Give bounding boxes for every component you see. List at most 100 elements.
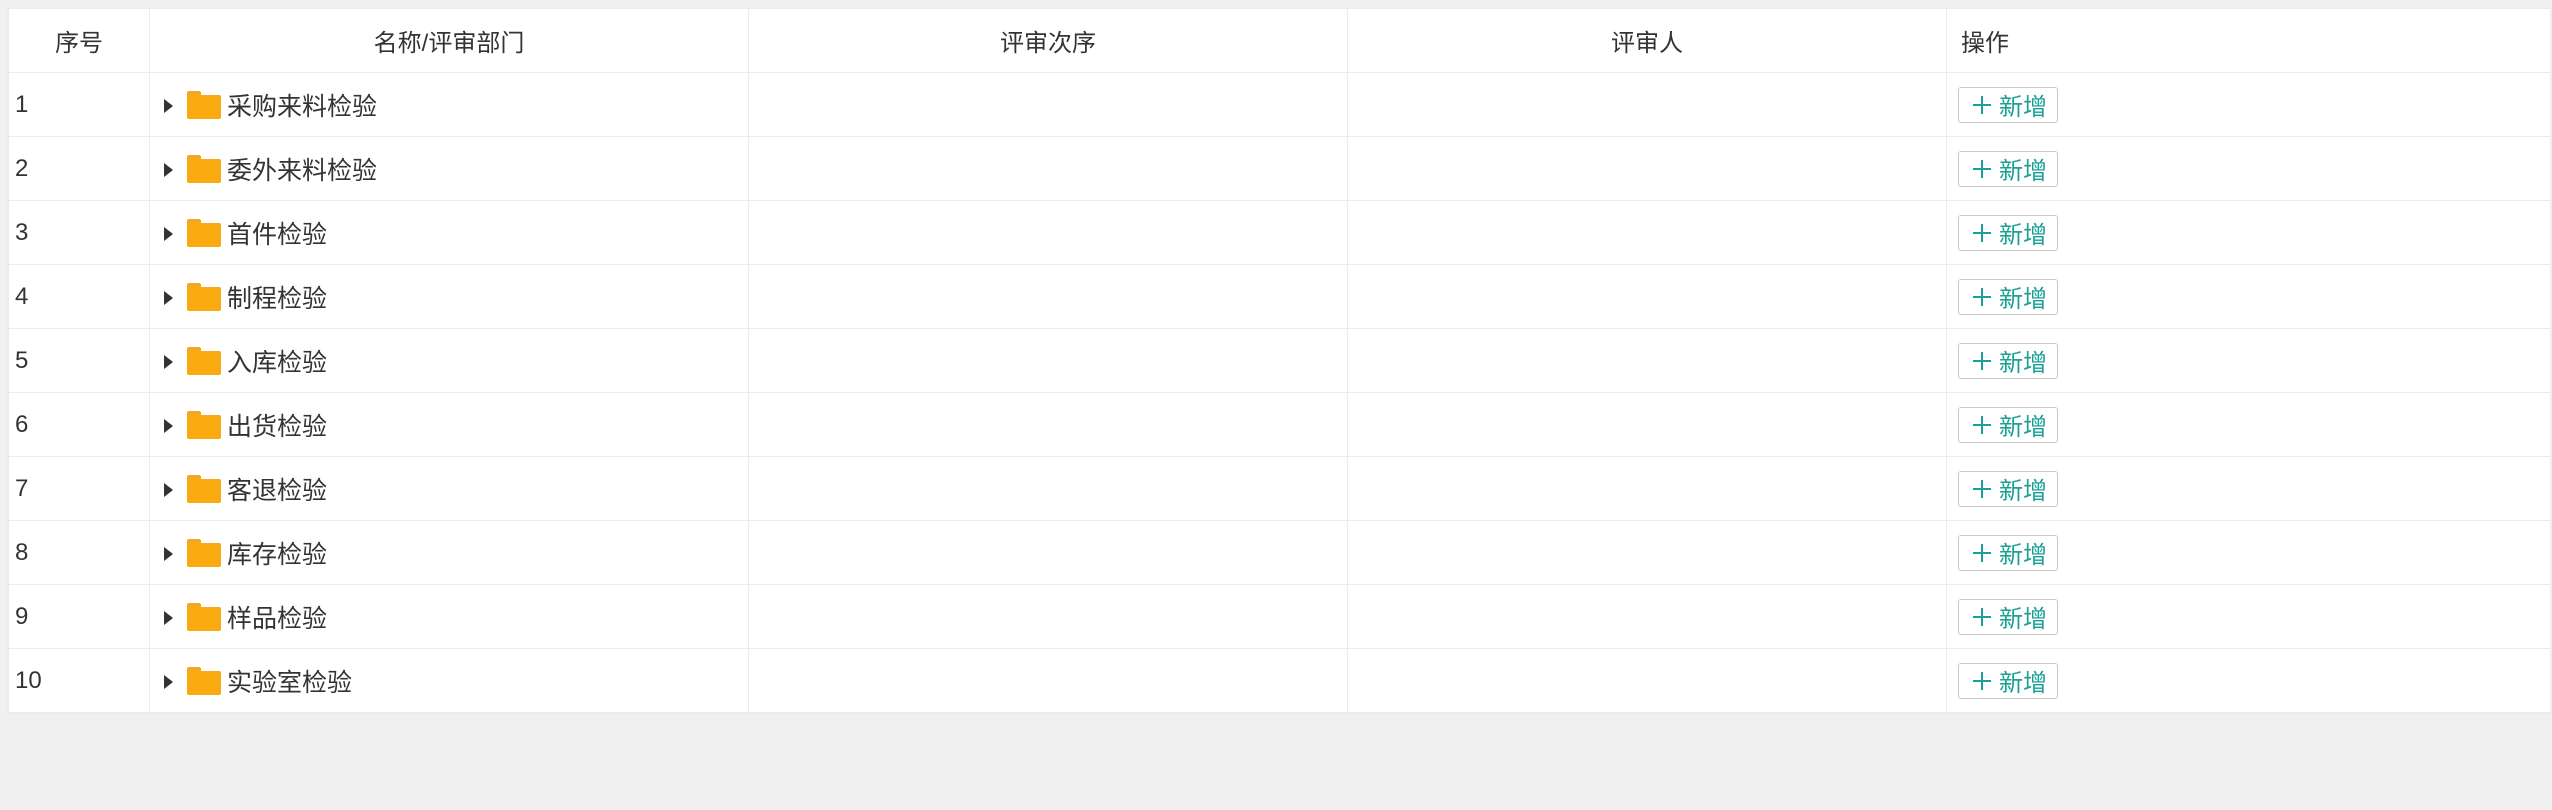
row-actions: 新增 [1946, 392, 2551, 457]
node-name[interactable]: 制程检验 [227, 279, 327, 315]
plus-icon [1973, 159, 1991, 178]
folder-icon [187, 346, 221, 375]
row-reviewer [1347, 648, 1947, 713]
tree-node: 委外来料检验 [150, 151, 748, 187]
add-button[interactable]: 新增 [1958, 662, 2058, 699]
row-name-cell: 出货检验 [149, 392, 749, 457]
plus-icon [1973, 287, 1991, 306]
add-button-label: 新增 [1999, 350, 2047, 377]
row-actions: 新增 [1946, 584, 2551, 649]
node-name[interactable]: 委外来料检验 [227, 151, 377, 187]
row-index: 2 [8, 136, 150, 201]
folder-icon [187, 218, 221, 247]
caret-right-icon[interactable] [164, 482, 173, 497]
add-button[interactable]: 新增 [1958, 598, 2058, 635]
add-button[interactable]: 新增 [1958, 470, 2058, 507]
row-name-cell: 库存检验 [149, 520, 749, 585]
row-name-cell: 制程检验 [149, 264, 749, 329]
caret-right-icon[interactable] [164, 674, 173, 689]
row-index: 9 [8, 584, 150, 649]
row-name-cell: 采购来料检验 [149, 72, 749, 137]
row-review-order [748, 392, 1348, 457]
row-review-order [748, 72, 1348, 137]
add-button-label: 新增 [1999, 670, 2047, 697]
node-name[interactable]: 客退检验 [227, 471, 327, 507]
add-button-label: 新增 [1999, 94, 2047, 121]
add-button[interactable]: 新增 [1958, 214, 2058, 251]
add-button-label: 新增 [1999, 414, 2047, 441]
node-name[interactable]: 首件检验 [227, 215, 327, 251]
add-button[interactable]: 新增 [1958, 534, 2058, 571]
header-index: 序号 [8, 8, 150, 73]
row-name-cell: 样品检验 [149, 584, 749, 649]
folder-icon [187, 90, 221, 119]
add-button[interactable]: 新增 [1958, 406, 2058, 443]
row-actions: 新增 [1946, 648, 2551, 713]
caret-right-icon[interactable] [164, 418, 173, 433]
row-actions: 新增 [1946, 72, 2551, 137]
row-name-cell: 委外来料检验 [149, 136, 749, 201]
row-review-order [748, 648, 1348, 713]
row-actions: 新增 [1946, 520, 2551, 585]
row-index: 1 [8, 72, 150, 137]
row-reviewer [1347, 584, 1947, 649]
folder-icon [187, 602, 221, 631]
add-button-label: 新增 [1999, 286, 2047, 313]
row-name-cell: 入库检验 [149, 328, 749, 393]
row-review-order [748, 456, 1348, 521]
folder-icon [187, 666, 221, 695]
add-button[interactable]: 新增 [1958, 278, 2058, 315]
row-name-cell: 客退检验 [149, 456, 749, 521]
row-reviewer [1347, 72, 1947, 137]
node-name[interactable]: 入库检验 [227, 343, 327, 379]
row-actions: 新增 [1946, 200, 2551, 265]
add-button-label: 新增 [1999, 222, 2047, 249]
row-review-order [748, 264, 1348, 329]
caret-right-icon[interactable] [164, 290, 173, 305]
plus-icon [1973, 351, 1991, 370]
node-name[interactable]: 实验室检验 [227, 663, 352, 699]
plus-icon [1973, 415, 1991, 434]
folder-icon [187, 538, 221, 567]
row-actions: 新增 [1946, 136, 2551, 201]
plus-icon [1973, 95, 1991, 114]
caret-right-icon[interactable] [164, 610, 173, 625]
add-button-label: 新增 [1999, 542, 2047, 569]
add-button[interactable]: 新增 [1958, 342, 2058, 379]
add-button-label: 新增 [1999, 606, 2047, 633]
row-reviewer [1347, 328, 1947, 393]
table-row: 10 实验室检验 新增 [8, 648, 2551, 713]
table-row: 9 样品检验 新增 [8, 584, 2551, 649]
row-review-order [748, 584, 1348, 649]
table-row: 6 出货检验 新增 [8, 392, 2551, 457]
caret-right-icon[interactable] [164, 162, 173, 177]
row-index: 10 [8, 648, 150, 713]
node-name[interactable]: 出货检验 [227, 407, 327, 443]
table-row: 4 制程检验 新增 [8, 264, 2551, 329]
row-index: 3 [8, 200, 150, 265]
caret-right-icon[interactable] [164, 546, 173, 561]
node-name[interactable]: 样品检验 [227, 599, 327, 635]
row-review-order [748, 200, 1348, 265]
caret-right-icon[interactable] [164, 226, 173, 241]
row-actions: 新增 [1946, 456, 2551, 521]
add-button[interactable]: 新增 [1958, 86, 2058, 123]
row-name-cell: 首件检验 [149, 200, 749, 265]
caret-right-icon[interactable] [164, 354, 173, 369]
folder-icon [187, 474, 221, 503]
row-index: 7 [8, 456, 150, 521]
plus-icon [1973, 223, 1991, 242]
caret-right-icon[interactable] [164, 98, 173, 113]
folder-icon [187, 282, 221, 311]
node-name[interactable]: 采购来料检验 [227, 87, 377, 123]
tree-node: 实验室检验 [150, 663, 748, 699]
tree-node: 客退检验 [150, 471, 748, 507]
add-button[interactable]: 新增 [1958, 150, 2058, 187]
node-name[interactable]: 库存检验 [227, 535, 327, 571]
table-row: 1 采购来料检验 新增 [8, 72, 2551, 137]
row-review-order [748, 520, 1348, 585]
add-button-label: 新增 [1999, 158, 2047, 185]
table-row: 3 首件检验 新增 [8, 200, 2551, 265]
plus-icon [1973, 543, 1991, 562]
plus-icon [1973, 479, 1991, 498]
